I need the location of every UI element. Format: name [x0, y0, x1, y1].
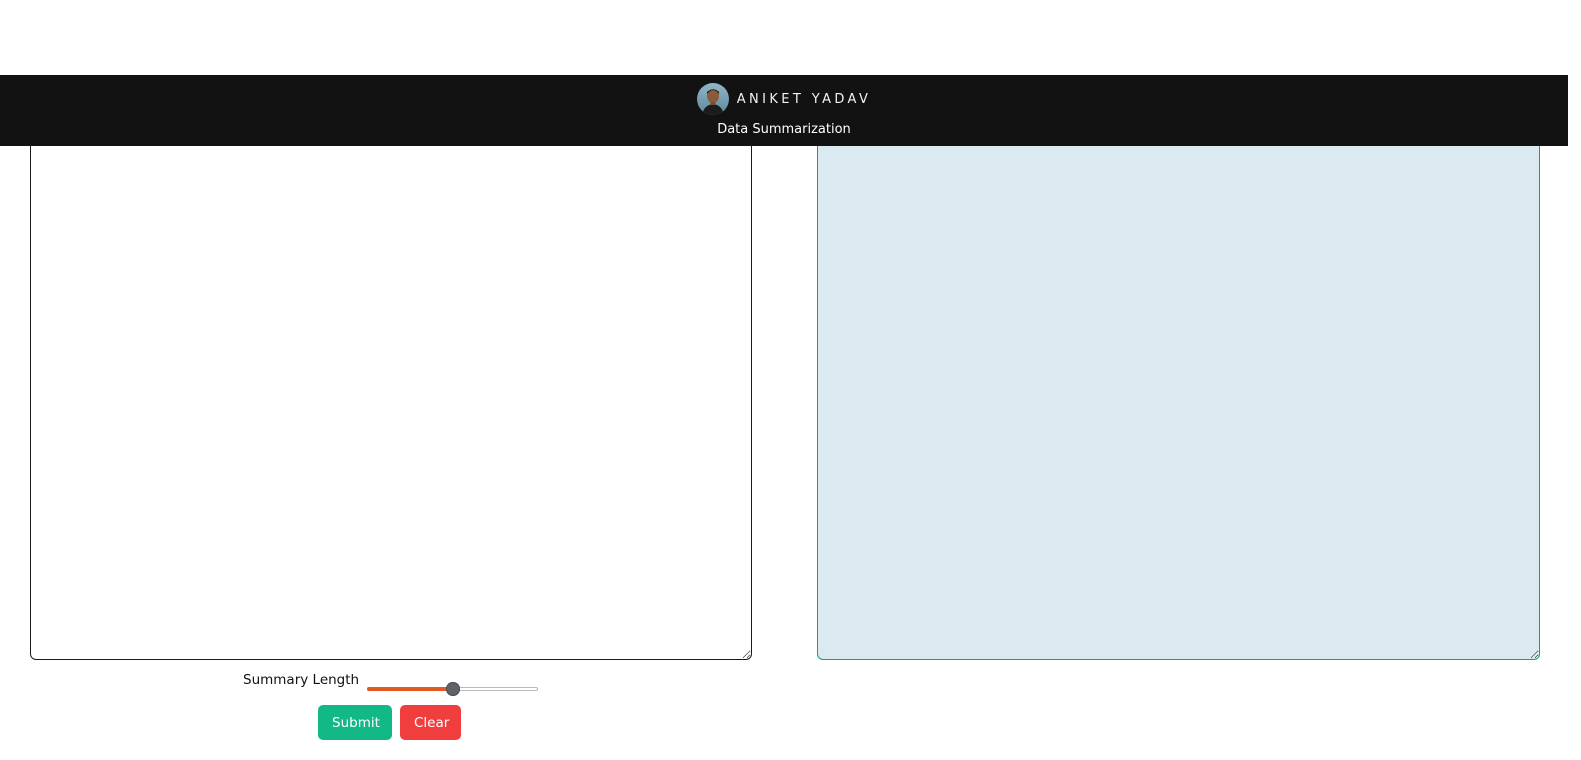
slider-thumb[interactable] [445, 682, 460, 696]
submit-button[interactable]: Submit [318, 705, 392, 740]
clear-button[interactable]: Clear [400, 705, 461, 740]
summary-output-textarea[interactable] [817, 120, 1540, 660]
action-buttons: Submit Clear [318, 705, 461, 740]
avatar [696, 83, 729, 115]
top-header: ANIKET YADAV Data Summarization [0, 75, 1568, 146]
input-textarea[interactable] [30, 120, 752, 660]
page-subtitle: Data Summarization [717, 122, 851, 137]
brand[interactable]: ANIKET YADAV [0, 83, 1568, 115]
summary-length-control: Summary Length [243, 670, 539, 698]
brand-name: ANIKET YADAV [736, 91, 872, 107]
page: ANIKET YADAV Data Summarization Summary … [0, 0, 1581, 760]
summary-length-label: Summary Length [243, 672, 360, 688]
summary-length-slider[interactable] [367, 676, 539, 696]
avatar-photo-icon [696, 83, 729, 115]
slider-fill [367, 687, 453, 691]
